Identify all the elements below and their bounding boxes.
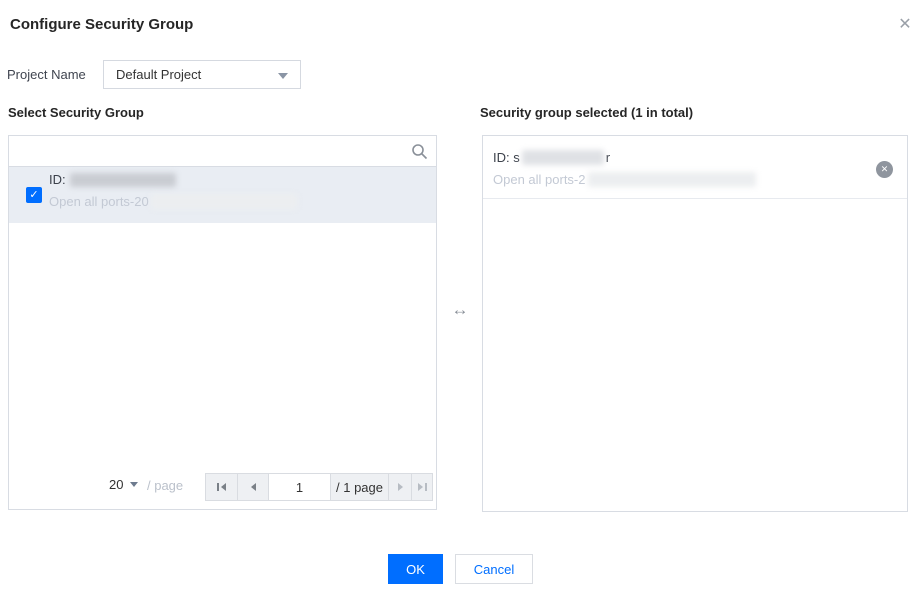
pagination-bar: 20 / page / 1 page [9,473,436,501]
pagination-controls: / 1 page [205,473,433,501]
per-page-label: / page [147,478,184,493]
ok-button[interactable]: OK [388,554,443,584]
project-select-dropdown[interactable]: Default Project [103,60,301,89]
page-number-input[interactable] [268,474,330,500]
cancel-button[interactable]: Cancel [455,554,533,584]
selected-id-suffix: r [605,150,611,165]
security-group-id-line: ID: [49,172,176,187]
redacted-name-value [150,194,297,209]
project-name-label: Project Name [7,67,86,82]
configure-security-group-dialog: Configure Security Group ✕ Project Name … [0,0,924,593]
project-select-value: Default Project [116,67,202,82]
security-group-name-prefix: Open all ports-20 [49,194,149,209]
first-page-button[interactable] [206,474,237,500]
chevron-down-icon [278,73,288,79]
total-pages-label: / 1 page [330,474,388,500]
selected-id-prefix: ID: s [493,150,520,165]
select-security-group-header: Select Security Group [8,105,144,120]
selected-security-group-item: ID: s r Open all ports-2 ✕ [483,136,907,199]
security-group-list-item[interactable]: ✓ ID: Open all ports-20 [9,167,436,223]
security-group-list-panel: ✓ ID: Open all ports-20 20 / page 1 / 1 … [8,135,437,510]
next-page-icon [397,483,403,491]
selected-id-line: ID: s r [493,150,610,165]
security-group-name-line: Open all ports-20 [49,194,297,209]
previous-page-icon [250,483,256,491]
page-size-dropdown[interactable]: 20 [109,477,139,492]
next-page-button[interactable] [388,474,411,500]
redacted-id-value [69,172,176,187]
redacted-name-value [587,172,756,187]
remove-selected-icon[interactable]: ✕ [876,161,893,178]
last-page-button[interactable] [411,474,432,500]
search-input[interactable] [9,136,436,166]
search-icon[interactable] [411,143,428,160]
first-page-icon [217,483,219,491]
previous-page-button[interactable] [237,474,268,500]
last-page-icon [417,483,423,491]
selected-name-line: Open all ports-2 [493,172,756,187]
selected-security-group-header: Security group selected (1 in total) [480,105,694,120]
close-icon[interactable]: ✕ [894,14,916,36]
search-bar [9,136,436,167]
selected-name-prefix: Open all ports-2 [493,172,586,187]
page-size-value: 20 [109,477,124,492]
dialog-title: Configure Security Group [10,16,194,33]
id-label: ID: [49,172,66,187]
chevron-down-icon [130,482,139,487]
selected-security-group-panel: ID: s r Open all ports-2 ✕ [482,135,908,512]
transfer-arrow-icon: ↔ [451,300,469,319]
checkbox-checked-icon[interactable]: ✓ [26,187,42,203]
redacted-id-value [521,150,604,165]
